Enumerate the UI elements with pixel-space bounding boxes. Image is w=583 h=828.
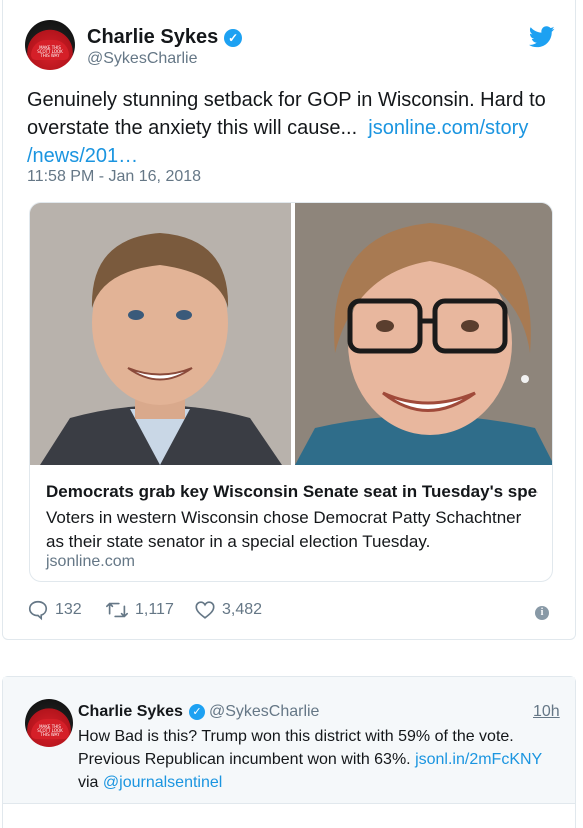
reply-footer [3,804,575,828]
portrait-woman-illustration [295,203,552,465]
info-icon[interactable]: i [535,606,549,620]
reply-header: Charlie Sykes ✓ @SykesCharlie [78,703,319,721]
reply-avatar[interactable]: MAKE THIS SCOTT LOOK THIS WAY [25,699,73,747]
reply-via: via [78,774,99,791]
tweet-card: MAKE THIS SCOTT LOOK THIS WAY Charlie Sy… [2,0,576,640]
link-preview-card[interactable]: Democrats grab key Wisconsin Senate seat… [29,202,553,582]
portrait-man-illustration [30,203,291,465]
tweet-actions: 132 1,117 3,482 i [27,598,557,622]
reply-verified-badge-icon: ✓ [188,704,205,720]
photo-man [30,203,291,465]
author-name-text[interactable]: Charlie Sykes [87,26,218,48]
retweet-icon [106,602,128,618]
card-domain: jsonline.com [46,553,135,570]
avatar[interactable]: MAKE THIS SCOTT LOOK THIS WAY [25,20,75,70]
verified-badge-icon: ✓ [224,29,243,47]
reply-tweet-card[interactable]: MAKE THIS SCOTT LOOK THIS WAY Charlie Sy… [2,676,576,828]
like-action[interactable]: 3,482 [194,598,262,622]
tweet-timestamp[interactable]: 11:58 PM - Jan 16, 2018 [27,168,201,186]
retweet-count: 1,117 [135,601,174,618]
reply-timestamp[interactable]: 10h [533,703,560,721]
reply-count: 132 [55,601,82,618]
reply-avatar-hat-text: MAKE THIS SCOTT LOOK THIS WAY [37,724,63,737]
reply-action[interactable]: 132 [27,598,82,622]
like-count: 3,482 [222,601,263,618]
like-icon [195,601,215,619]
reply-tweet-body: MAKE THIS SCOTT LOOK THIS WAY Charlie Sy… [3,677,575,803]
avatar-hat-text: MAKE THIS SCOTT LOOK THIS WAY [37,45,63,58]
card-title[interactable]: Democrats grab key Wisconsin Senate seat… [46,482,538,502]
photo-woman [295,203,552,465]
twitter-bird-icon[interactable] [529,26,555,48]
card-description: Voters in western Wisconsin chose Democr… [46,508,522,551]
tweet-link-part2[interactable]: /news/201… [27,145,138,167]
tweet-text: Genuinely stunning setback for GOP in Wi… [27,86,547,170]
reply-author-name[interactable]: Charlie Sykes [78,703,183,720]
reply-icon [28,600,48,621]
reply-handle[interactable]: @SykesCharlie [209,703,320,720]
author-name[interactable]: Charlie Sykes ✓ [87,26,243,49]
reply-link[interactable]: jsonl.in/2mFcKNY [415,751,542,768]
retweet-action[interactable]: 1,117 [105,598,174,622]
tweet-link-part1[interactable]: jsonline.com/story [368,117,528,139]
reply-text: How Bad is this? Trump won this district… [78,725,568,794]
reply-mention[interactable]: @journalsentinel [103,774,222,791]
author-handle[interactable]: @SykesCharlie [87,50,198,68]
